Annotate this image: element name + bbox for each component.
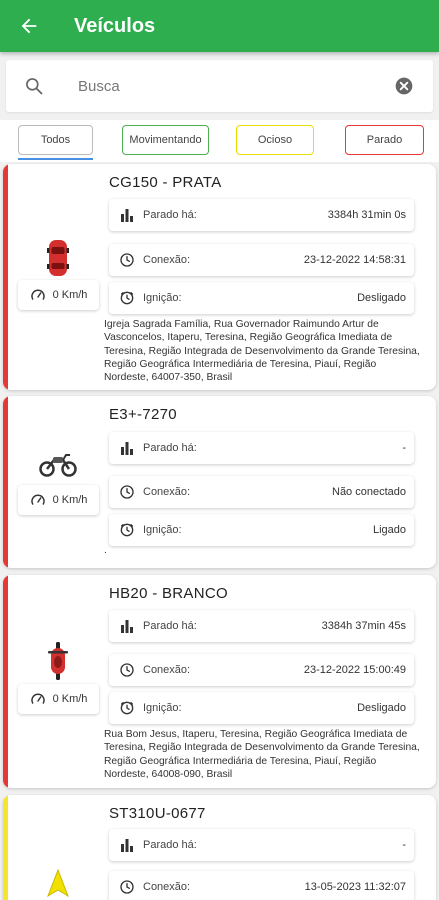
connection-label: Conexão:	[143, 881, 191, 893]
connection-row: Conexão: Não conectado	[109, 476, 414, 508]
speed-badge: 0 Km/h	[18, 280, 99, 310]
stopped-for-row: Parado há: -	[109, 829, 414, 861]
stopped-for-label: Parado há:	[143, 209, 197, 221]
stopped-for-label: Parado há:	[143, 620, 197, 632]
status-filter-bar: Todos Movimentando Ocioso Parado	[0, 120, 439, 162]
stopped-for-value: 3384h 31min 0s	[327, 209, 406, 221]
connection-row: Conexão: 13-05-2023 11:32:07	[109, 871, 414, 900]
ignition-value: Desligado	[357, 292, 406, 304]
vehicle-card[interactable]: ST310U-0677 Parado há: - Conexão: 13-05-…	[3, 795, 436, 900]
ignition-label: Ignição:	[143, 702, 182, 714]
connection-row: Conexão: 23-12-2022 14:58:31	[109, 244, 414, 276]
stopped-for-value: -	[402, 839, 406, 851]
connection-label: Conexão:	[143, 664, 191, 676]
stopped-for-row: Parado há: 3384h 37min 45s	[109, 610, 414, 642]
stopped-for-row: Parado há: -	[109, 432, 414, 464]
speed-value: 0 Km/h	[52, 289, 88, 301]
ignition-label: Ignição:	[143, 292, 182, 304]
vehicle-name: CG150 - PRATA	[109, 174, 222, 191]
connection-label: Conexão:	[143, 254, 191, 266]
status-stripe	[3, 575, 8, 788]
search-bar	[6, 60, 433, 112]
clock-icon	[113, 662, 141, 678]
ignition-label: Ignição:	[143, 524, 182, 536]
clock-icon	[113, 879, 141, 895]
search-icon	[6, 76, 62, 96]
speed-value: 0 Km/h	[52, 693, 88, 705]
filter-parado[interactable]: Parado	[345, 125, 424, 155]
page-title: Veículos	[74, 14, 156, 37]
connection-row: Conexão: 23-12-2022 15:00:49	[109, 654, 414, 686]
stopped-for-value: 3384h 37min 45s	[321, 620, 406, 632]
vehicle-card[interactable]: E3+-7270 0 Km/h Parado há: - Conexão: Nã…	[3, 396, 436, 568]
car-icon	[33, 236, 83, 280]
bar-chart-icon	[113, 838, 141, 852]
vehicle-card[interactable]: HB20 - BRANCO 0 Km/h Parado há: 3384h 37…	[3, 575, 436, 788]
filter-todos[interactable]: Todos	[18, 125, 93, 155]
filter-ocioso[interactable]: Ocioso	[236, 125, 314, 155]
vehicle-address: .	[104, 545, 107, 556]
ignition-row: Ignição: Desligado	[109, 692, 414, 724]
ignition-icon	[113, 290, 141, 306]
status-stripe	[3, 396, 8, 568]
ignition-row: Ignição: Ligado	[109, 514, 414, 546]
bar-chart-icon	[113, 441, 141, 455]
app-bar: Veículos	[0, 0, 439, 52]
stopped-for-label: Parado há:	[143, 839, 197, 851]
connection-value: 23-12-2022 14:58:31	[303, 254, 406, 266]
motorcycle-icon	[33, 639, 83, 683]
ignition-value: Ligado	[372, 524, 406, 536]
connection-value: 23-12-2022 15:00:49	[303, 664, 406, 676]
stopped-for-row: Parado há: 3384h 31min 0s	[109, 199, 414, 231]
status-stripe	[3, 164, 8, 390]
speedometer-icon	[30, 494, 45, 505]
status-stripe	[3, 795, 8, 900]
ignition-row: Ignição: Desligado	[109, 282, 414, 314]
vehicle-card[interactable]: CG150 - PRATA 0 Km/h Parado há: 3384h 31…	[3, 164, 436, 390]
arrow-left-icon	[21, 18, 37, 34]
clock-icon	[113, 484, 141, 500]
back-button[interactable]	[0, 0, 58, 52]
ignition-icon	[113, 700, 141, 716]
stopped-for-label: Parado há:	[143, 442, 197, 454]
ignition-icon	[113, 522, 141, 538]
motorcycle-icon	[33, 442, 83, 486]
vehicle-name: E3+-7270	[109, 406, 177, 423]
connection-label: Conexão:	[143, 486, 191, 498]
vehicle-name: ST310U-0677	[109, 805, 206, 822]
clear-search-button[interactable]	[375, 76, 433, 96]
close-circle-icon	[395, 77, 413, 95]
bar-chart-icon	[113, 619, 141, 633]
stopped-for-value: -	[402, 442, 406, 454]
search-section	[0, 52, 439, 120]
speed-badge: 0 Km/h	[18, 485, 99, 515]
vehicle-address: Igreja Sagrada Família, Rua Governador R…	[104, 319, 420, 384]
vehicle-address: Rua Bom Jesus, Itaperu, Teresina, Região…	[104, 729, 420, 780]
connection-value: 13-05-2023 11:32:07	[304, 881, 406, 893]
filter-movimentando[interactable]: Movimentando	[122, 125, 209, 155]
selected-filter-indicator	[18, 158, 93, 160]
speedometer-icon	[30, 289, 45, 300]
speed-value: 0 Km/h	[52, 494, 88, 506]
bar-chart-icon	[113, 208, 141, 222]
speed-badge: 0 Km/h	[18, 684, 99, 714]
speedometer-icon	[30, 693, 45, 704]
vehicle-name: HB20 - BRANCO	[109, 585, 228, 602]
ignition-value: Desligado	[357, 702, 406, 714]
navigation-arrow-icon	[33, 861, 83, 900]
search-input[interactable]	[62, 77, 375, 95]
connection-value: Não conectado	[332, 486, 406, 498]
clock-icon	[113, 252, 141, 268]
